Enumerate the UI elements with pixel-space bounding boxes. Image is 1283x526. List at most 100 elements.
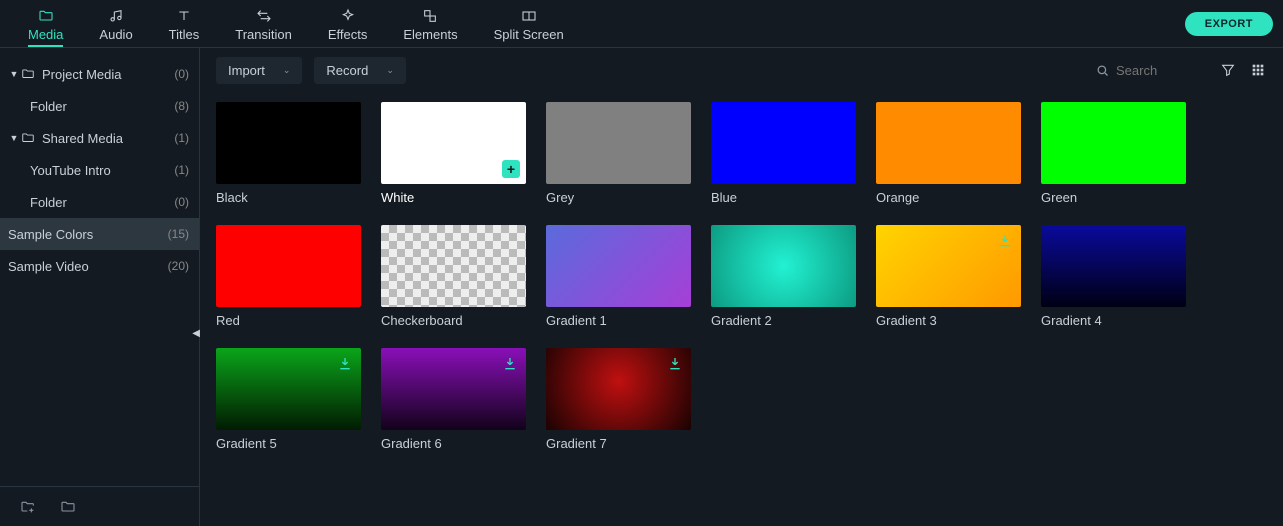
tree-item-count: (0) xyxy=(174,195,189,209)
swatch-thumbnail: + xyxy=(381,102,526,184)
color-swatch-card[interactable]: Gradient 7 xyxy=(546,348,691,451)
swatch-thumbnail xyxy=(216,102,361,184)
sidebar-item[interactable]: Folder(8) xyxy=(0,90,199,122)
sidebar-collapse-handle[interactable]: ◀ xyxy=(192,328,200,339)
color-swatch-card[interactable]: Blue xyxy=(711,102,856,205)
import-dropdown[interactable]: Import⌄ xyxy=(216,57,302,84)
sidebar-item[interactable]: Sample Colors(15) xyxy=(0,218,199,250)
add-to-timeline-icon[interactable]: + xyxy=(502,160,520,178)
filter-icon[interactable] xyxy=(1219,61,1237,79)
swatch-label: Gradient 6 xyxy=(381,436,526,451)
tree-item-count: (1) xyxy=(174,163,189,177)
swatch-thumbnail xyxy=(216,225,361,307)
color-swatch-card[interactable]: Black xyxy=(216,102,361,205)
color-swatch-card[interactable]: Gradient 6 xyxy=(381,348,526,451)
swatch-label: Black xyxy=(216,190,361,205)
swatch-thumbnail xyxy=(711,102,856,184)
caret-down-icon: ▼ xyxy=(8,69,20,79)
sidebar-item[interactable]: Folder(0) xyxy=(0,186,199,218)
top-navbar: Media Audio Titles Transition Effects Element… xyxy=(0,0,1283,48)
swatch-thumbnail xyxy=(1041,225,1186,307)
nav-tab-transition[interactable]: Transition xyxy=(217,1,310,46)
sidebar-item[interactable]: ▼Project Media(0) xyxy=(0,58,199,90)
color-swatch-card[interactable]: Gradient 4 xyxy=(1041,225,1186,328)
swatch-label: Gradient 3 xyxy=(876,313,1021,328)
swatch-label: White xyxy=(381,190,526,205)
download-icon[interactable] xyxy=(667,356,683,372)
sidebar-item[interactable]: YouTube Intro(1) xyxy=(0,154,199,186)
folder-icon xyxy=(20,67,36,81)
swatch-thumbnail xyxy=(876,225,1021,307)
swatch-thumbnail xyxy=(546,102,691,184)
swatch-thumbnail xyxy=(381,225,526,307)
search-input[interactable] xyxy=(1116,63,1196,78)
sidebar-item[interactable]: ▼Shared Media(1) xyxy=(0,122,199,154)
split-icon xyxy=(520,7,538,25)
swatch-label: Gradient 5 xyxy=(216,436,361,451)
swatch-label: Orange xyxy=(876,190,1021,205)
folder-icon[interactable] xyxy=(60,499,76,515)
swatch-thumbnail xyxy=(216,348,361,430)
tree-item-label: Folder xyxy=(30,99,174,114)
tree-item-count: (0) xyxy=(174,67,189,81)
tree-item-label: YouTube Intro xyxy=(30,163,174,178)
swatch-label: Green xyxy=(1041,190,1186,205)
swatch-label: Blue xyxy=(711,190,856,205)
color-swatch-card[interactable]: Grey xyxy=(546,102,691,205)
tree-item-label: Sample Colors xyxy=(8,227,168,242)
swatch-thumbnail xyxy=(546,348,691,430)
grid-view-icon[interactable] xyxy=(1249,61,1267,79)
swatch-label: Gradient 2 xyxy=(711,313,856,328)
nav-tab-audio[interactable]: Audio xyxy=(81,1,150,46)
color-swatch-card[interactable]: Gradient 2 xyxy=(711,225,856,328)
sidebar: ▼Project Media(0)Folder(8)▼Shared Media(… xyxy=(0,48,200,526)
tree-item-count: (15) xyxy=(168,227,189,241)
download-icon[interactable] xyxy=(997,233,1013,249)
folder-icon xyxy=(37,7,55,25)
record-dropdown[interactable]: Record⌄ xyxy=(314,57,405,84)
download-icon[interactable] xyxy=(502,356,518,372)
color-swatch-card[interactable]: Orange xyxy=(876,102,1021,205)
swatch-label: Grey xyxy=(546,190,691,205)
swatch-label: Gradient 4 xyxy=(1041,313,1186,328)
export-button[interactable]: EXPORT xyxy=(1185,12,1273,36)
nav-tab-media[interactable]: Media xyxy=(10,1,81,46)
color-swatch-card[interactable]: Gradient 1 xyxy=(546,225,691,328)
swatch-thumbnail xyxy=(1041,102,1186,184)
tree-item-count: (1) xyxy=(174,131,189,145)
new-folder-plus-icon[interactable] xyxy=(20,499,36,515)
color-swatch-card[interactable]: Green xyxy=(1041,102,1186,205)
search-input-wrap[interactable] xyxy=(1087,59,1207,82)
color-swatch-card[interactable]: Checkerboard xyxy=(381,225,526,328)
tree-item-label: Folder xyxy=(30,195,174,210)
color-swatch-card[interactable]: Gradient 5 xyxy=(216,348,361,451)
color-swatch-card[interactable]: + White xyxy=(381,102,526,205)
download-icon[interactable] xyxy=(337,356,353,372)
swatch-label: Gradient 7 xyxy=(546,436,691,451)
swatch-thumbnail xyxy=(876,102,1021,184)
nav-tab-label: Elements xyxy=(403,27,457,42)
swatch-label: Checkerboard xyxy=(381,313,526,328)
nav-tab-label: Titles xyxy=(169,27,200,42)
swatch-thumbnail xyxy=(711,225,856,307)
nav-tab-label: Audio xyxy=(99,27,132,42)
nav-tab-label: Effects xyxy=(328,27,368,42)
content-toolbar: Import⌄ Record⌄ xyxy=(200,48,1283,92)
nav-tab-titles[interactable]: Titles xyxy=(151,1,218,46)
swatch-label: Gradient 1 xyxy=(546,313,691,328)
nav-tab-effects[interactable]: Effects xyxy=(310,1,386,46)
color-swatch-card[interactable]: Red xyxy=(216,225,361,328)
shapes-icon xyxy=(421,7,439,25)
nav-tab-splitscreen[interactable]: Split Screen xyxy=(476,1,582,46)
sparkle-icon xyxy=(339,7,357,25)
swatch-label: Red xyxy=(216,313,361,328)
nav-tab-elements[interactable]: Elements xyxy=(385,1,475,46)
sidebar-item[interactable]: Sample Video(20) xyxy=(0,250,199,282)
tree-item-count: (8) xyxy=(174,99,189,113)
color-swatch-card[interactable]: Gradient 3 xyxy=(876,225,1021,328)
tree-item-count: (20) xyxy=(168,259,189,273)
swatch-thumbnail xyxy=(381,348,526,430)
search-icon xyxy=(1095,63,1110,78)
text-icon xyxy=(175,7,193,25)
nav-tab-label: Media xyxy=(28,27,63,42)
